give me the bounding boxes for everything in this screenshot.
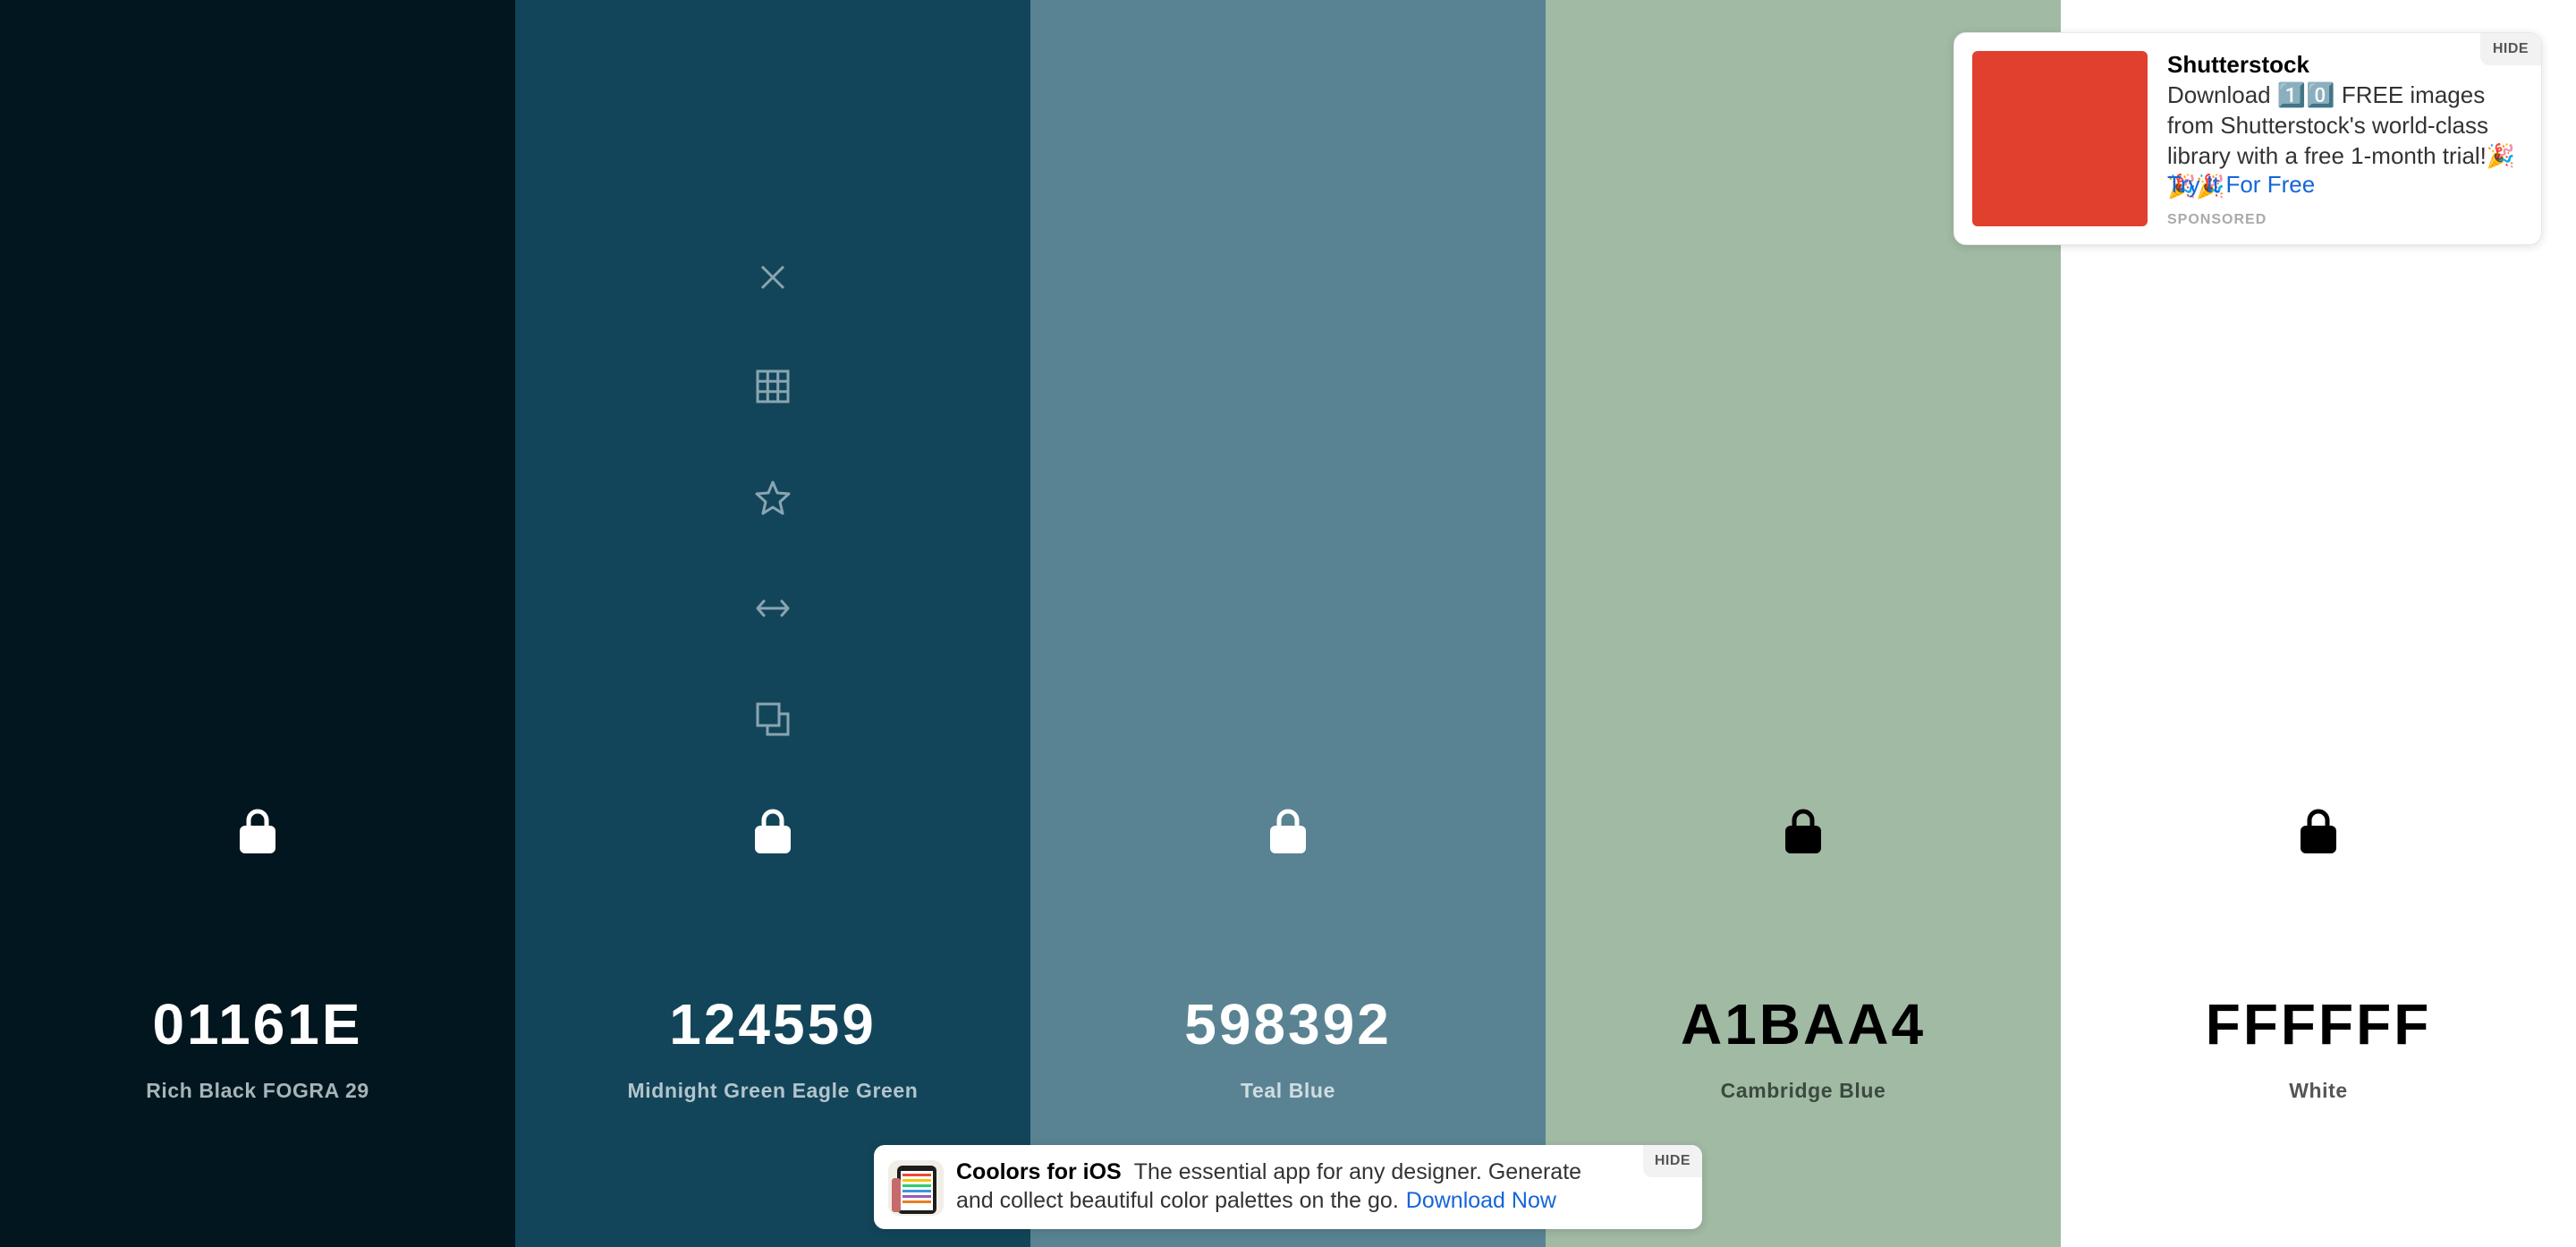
swatch-1[interactable]: 01161E Rich Black FOGRA 29 [0, 0, 515, 1247]
ad-title[interactable]: Shutterstock [2167, 51, 2309, 79]
swatch-2[interactable]: 124559 Midnight Green Eagle Green [515, 0, 1030, 1247]
banner-text: Coolors for iOS The essential app for any… [956, 1158, 1618, 1215]
banner-hide-button[interactable]: HIDE [1643, 1145, 1702, 1177]
color-name[interactable]: Rich Black FOGRA 29 [0, 1079, 515, 1103]
drag-arrows-icon[interactable] [746, 581, 800, 635]
color-name[interactable]: Cambridge Blue [1546, 1079, 2061, 1103]
lock-icon[interactable] [1778, 805, 1828, 855]
color-name[interactable]: White [2061, 1079, 2576, 1103]
color-name[interactable]: Teal Blue [1030, 1079, 1546, 1103]
ad-sponsored-label: SPONSORED [2167, 212, 2267, 227]
lock-icon[interactable] [233, 805, 283, 855]
hex-code[interactable]: 598392 [1030, 991, 1546, 1057]
ad-hide-button[interactable]: HIDE [2480, 33, 2541, 65]
banner-title: Coolors for iOS [956, 1159, 1122, 1184]
color-name[interactable]: Midnight Green Eagle Green [515, 1079, 1030, 1103]
hex-code[interactable]: 01161E [0, 991, 515, 1057]
hex-code[interactable]: A1BAA4 [1546, 991, 2061, 1057]
swatch-3[interactable]: 598392 Teal Blue [1030, 0, 1546, 1247]
lock-icon[interactable] [748, 805, 798, 855]
close-icon[interactable] [746, 250, 800, 304]
copy-icon[interactable] [746, 692, 800, 746]
download-now-link[interactable]: Download Now [1406, 1188, 1556, 1213]
ios-app-banner[interactable]: Coolors for iOS The essential app for any… [874, 1145, 1702, 1229]
grid-icon[interactable] [746, 360, 800, 413]
sponsored-ad[interactable]: Shutterstock Download 1️⃣0️⃣ FREE images… [1953, 32, 2542, 245]
star-icon[interactable] [746, 471, 800, 524]
hex-code[interactable]: 124559 [515, 991, 1030, 1057]
lock-icon[interactable] [2293, 805, 2343, 855]
lock-icon[interactable] [1263, 805, 1313, 855]
hex-code[interactable]: FFFFFF [2061, 991, 2576, 1057]
ad-image[interactable] [1972, 51, 2148, 226]
swatch-toolbar [515, 250, 1030, 803]
ad-cta-link[interactable]: Try It For Free [2167, 171, 2315, 199]
app-icon [888, 1160, 944, 1216]
